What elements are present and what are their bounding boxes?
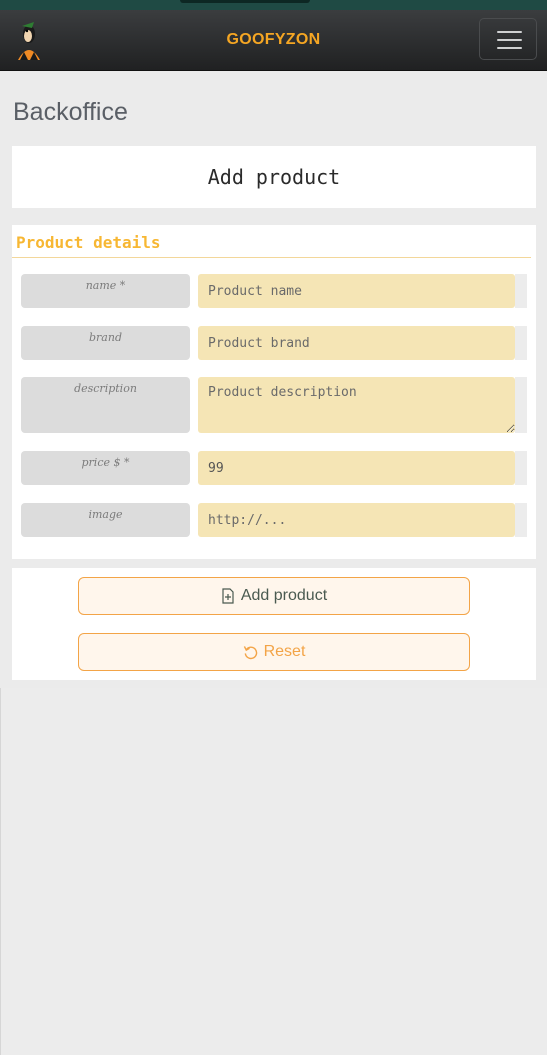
actions-card: Add product Reset (12, 568, 536, 680)
reset-button[interactable]: Reset (78, 633, 470, 671)
form-row-price: price $ * (21, 451, 527, 485)
legend-divider (12, 257, 531, 258)
price-input[interactable] (198, 451, 515, 485)
add-product-label: Add product (240, 587, 328, 604)
hamburger-icon-bar (497, 47, 522, 49)
form-row-description: description (21, 377, 527, 433)
brand-label: brand (21, 326, 190, 360)
top-strip (0, 0, 547, 10)
hamburger-icon-bar (497, 39, 522, 41)
description-label: description (21, 377, 190, 433)
page-title: Backoffice (13, 98, 128, 126)
form-row-brand: brand (21, 326, 527, 360)
product-form-card: Product details name * brand description… (12, 225, 536, 559)
brand-name[interactable]: GOOFYZON (0, 31, 547, 49)
reset-label: Reset (263, 643, 306, 660)
top-tab (180, 0, 310, 3)
row-edge (515, 503, 527, 537)
file-plus-icon (222, 588, 234, 604)
image-url-input[interactable] (198, 503, 515, 537)
row-edge (515, 377, 527, 433)
name-input[interactable] (198, 274, 515, 308)
row-edge (515, 451, 527, 485)
page-background (0, 688, 547, 1055)
header-card: Add product (12, 146, 536, 208)
form-row-name: name * (21, 274, 527, 308)
menu-toggle-button[interactable] (479, 18, 537, 60)
navbar: GOOFYZON (0, 10, 547, 71)
name-label: name * (21, 274, 190, 308)
row-edge (515, 274, 527, 308)
description-textarea[interactable] (198, 377, 515, 433)
hamburger-icon (497, 31, 522, 33)
brand-input[interactable] (198, 326, 515, 360)
form-row-image: image (21, 503, 527, 537)
rotate-ccw-icon (243, 645, 257, 659)
row-edge (515, 326, 527, 360)
form-legend: Product details (16, 233, 161, 252)
price-label: price $ * (21, 451, 190, 485)
header-card-title: Add product (207, 165, 341, 189)
image-label: image (21, 503, 190, 537)
add-product-button[interactable]: Add product (78, 577, 470, 615)
